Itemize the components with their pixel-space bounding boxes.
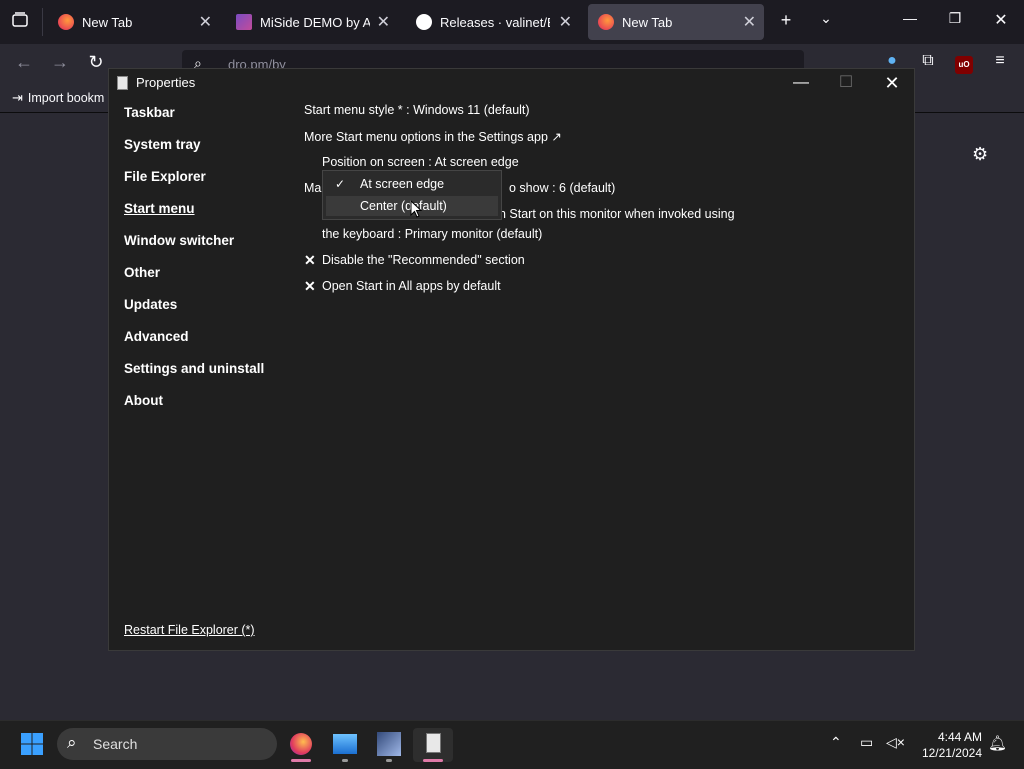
app-icon bbox=[117, 75, 128, 90]
tab-title: MiSide DEMO by Aihas bbox=[260, 14, 370, 30]
menu-icon[interactable]: ≡ bbox=[990, 52, 1010, 70]
close-tab-icon[interactable]: ✕ bbox=[199, 12, 212, 32]
running-indicator bbox=[342, 759, 348, 762]
nav-file-explorer[interactable]: File Explorer bbox=[124, 169, 206, 184]
properties-app-icon bbox=[426, 733, 441, 753]
setting-start-menu-style[interactable]: Start menu style * : Windows 11 (default… bbox=[304, 103, 530, 117]
close-tab-icon[interactable]: ✕ bbox=[559, 12, 572, 32]
new-tab-icon[interactable]: + bbox=[776, 10, 796, 31]
game-icon bbox=[377, 732, 401, 756]
game-icon bbox=[236, 14, 252, 30]
tab-title: New Tab bbox=[622, 14, 673, 30]
firefox-icon bbox=[598, 14, 614, 30]
chevron-down-icon[interactable]: ⌄ bbox=[816, 10, 836, 27]
nav-taskbar[interactable]: Taskbar bbox=[124, 105, 175, 120]
gear-icon[interactable]: ⚙ bbox=[972, 144, 988, 165]
running-indicator bbox=[386, 759, 392, 762]
close-tab-icon[interactable]: ✕ bbox=[743, 12, 756, 32]
nav-settings-uninstall[interactable]: Settings and uninstall bbox=[124, 361, 264, 376]
mouse-cursor-icon bbox=[410, 200, 422, 218]
extensions-icon[interactable]: ⧉ bbox=[918, 52, 938, 70]
browser-tab-active[interactable]: New Tab ✕ bbox=[588, 4, 764, 40]
close-window-icon[interactable]: ✕ bbox=[991, 10, 1011, 30]
forward-icon[interactable]: → bbox=[50, 52, 70, 73]
firefox-icon bbox=[290, 733, 312, 755]
x-mark-icon: ✕ bbox=[304, 252, 316, 268]
restore-icon[interactable]: ❐ bbox=[945, 10, 965, 27]
photos-icon bbox=[333, 734, 357, 754]
browser-tab[interactable]: New Tab ✕ bbox=[48, 4, 220, 40]
nav-about[interactable]: About bbox=[124, 393, 163, 408]
maximize-button[interactable]: ☐ bbox=[823, 69, 869, 97]
close-button[interactable]: ✕ bbox=[869, 69, 915, 97]
bookmark-label: Import bookm bbox=[27, 91, 105, 105]
window-title-bar: Properties bbox=[117, 75, 195, 90]
x-mark-icon: ✕ bbox=[304, 278, 316, 294]
setting-monitor-line1[interactable]: n Start on this monitor when invoked usi… bbox=[499, 207, 735, 221]
nav-window-switcher[interactable]: Window switcher bbox=[124, 233, 234, 248]
clock-date: 12/21/2024 bbox=[921, 746, 982, 760]
minimize-icon[interactable]: — bbox=[900, 10, 920, 26]
option-label: At screen edge bbox=[360, 177, 445, 191]
running-indicator bbox=[423, 759, 443, 762]
search-icon: ⌕ bbox=[67, 733, 77, 752]
tab-list-icon[interactable] bbox=[10, 11, 30, 31]
divider bbox=[42, 8, 43, 36]
tab-title: New Tab bbox=[82, 14, 133, 30]
running-indicator bbox=[291, 759, 311, 762]
setting-monitor-line2[interactable]: the keyboard : Primary monitor (default) bbox=[322, 227, 542, 241]
clock[interactable]: 4:44 AM 12/21/2024 bbox=[912, 729, 982, 761]
browser-tab-bar: New Tab ✕ MiSide DEMO by Aihas ✕ Release… bbox=[0, 0, 1024, 44]
option-label: Center (default) bbox=[360, 199, 447, 213]
firefox-icon bbox=[58, 14, 74, 30]
properties-window: Properties — ☐ ✕ Taskbar System tray Fil… bbox=[108, 68, 915, 651]
volume-muted-icon[interactable]: ◁× bbox=[886, 734, 905, 751]
search-placeholder: Search bbox=[93, 736, 138, 752]
browser-tab[interactable]: MiSide DEMO by Aihas ✕ bbox=[226, 4, 398, 40]
nav-other[interactable]: Other bbox=[124, 265, 160, 280]
checkmark-icon: ✓ bbox=[335, 177, 346, 191]
notification-bell-icon[interactable]: 🔔︎ bbox=[988, 734, 1007, 752]
reload-icon[interactable]: ↻ bbox=[86, 52, 106, 73]
setting-position[interactable]: Position on screen : At screen edge bbox=[322, 155, 519, 169]
taskbar-app-properties[interactable] bbox=[413, 728, 453, 762]
close-tab-icon[interactable]: ✕ bbox=[377, 12, 390, 32]
setting-open-all-apps[interactable]: Open Start in All apps by default bbox=[322, 279, 501, 293]
nav-system-tray[interactable]: System tray bbox=[124, 137, 201, 152]
nav-start-menu[interactable]: Start menu bbox=[124, 201, 195, 216]
tab-title: Releases · valinet/Explo bbox=[440, 14, 550, 30]
back-icon[interactable]: ← bbox=[14, 52, 34, 73]
windows-start-icon[interactable] bbox=[20, 732, 44, 756]
import-bookmarks-link[interactable]: ⇥ Import bookm bbox=[12, 90, 104, 106]
taskbar-firefox[interactable] bbox=[281, 728, 321, 762]
setting-max-suffix[interactable]: o show : 6 (default) bbox=[509, 181, 615, 195]
taskbar-search-box[interactable]: ⌕ Search bbox=[57, 728, 277, 760]
chevron-up-icon[interactable]: ⌃ bbox=[830, 734, 842, 751]
taskbar-app-game[interactable] bbox=[369, 728, 409, 762]
setting-disable-recommended[interactable]: Disable the "Recommended" section bbox=[322, 253, 525, 267]
restart-explorer-link[interactable]: Restart File Explorer (*) bbox=[124, 623, 255, 637]
nav-advanced[interactable]: Advanced bbox=[124, 329, 189, 344]
setting-max-prefix[interactable]: Ma bbox=[304, 181, 321, 195]
github-icon bbox=[416, 14, 432, 30]
taskbar-app-photos[interactable] bbox=[325, 728, 365, 762]
ublock-badge: uO bbox=[955, 56, 973, 74]
import-icon: ⇥ bbox=[12, 90, 23, 105]
browser-tab[interactable]: Releases · valinet/Explo ✕ bbox=[406, 4, 580, 40]
nav-updates[interactable]: Updates bbox=[124, 297, 177, 312]
network-icon[interactable]: ▭ bbox=[860, 734, 873, 751]
dropdown-option-screen-edge[interactable]: ✓ At screen edge bbox=[326, 174, 498, 194]
clock-time: 4:44 AM bbox=[937, 730, 982, 744]
minimize-button[interactable]: — bbox=[778, 69, 824, 97]
setting-more-options-link[interactable]: More Start menu options in the Settings … bbox=[304, 129, 562, 144]
window-title: Properties bbox=[136, 75, 196, 90]
